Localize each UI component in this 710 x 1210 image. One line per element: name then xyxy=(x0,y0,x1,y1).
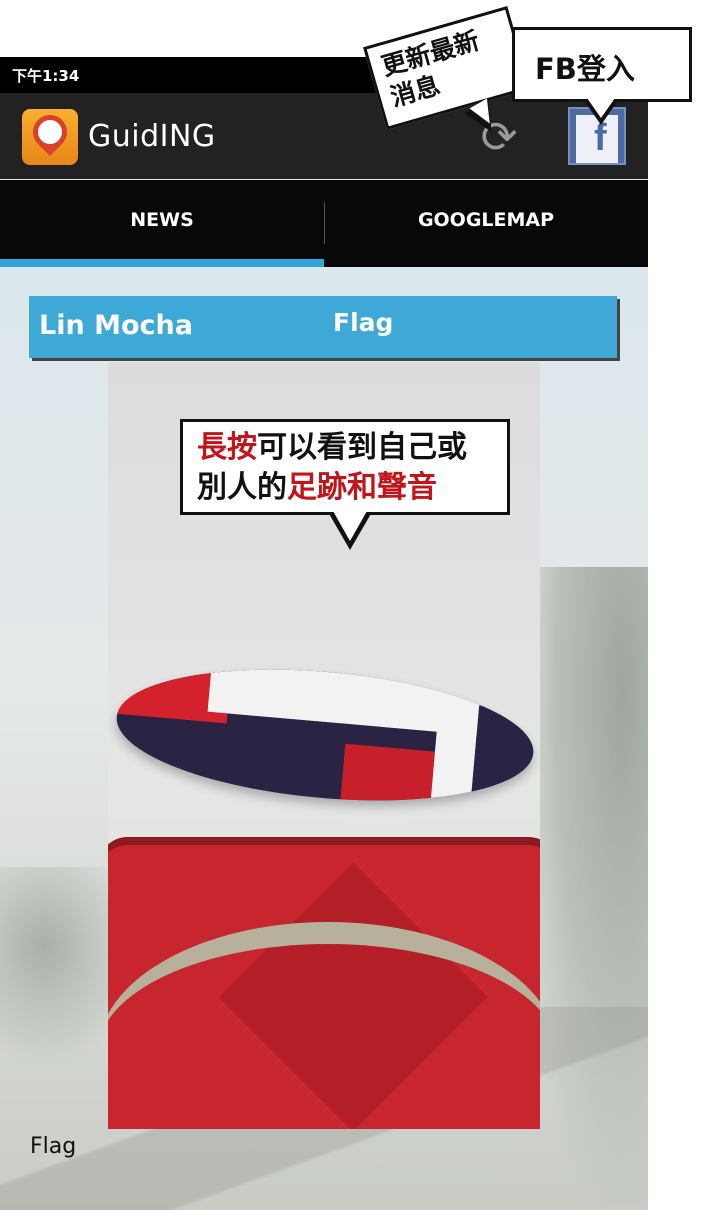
tab-selected-indicator xyxy=(0,259,324,267)
long-press-text-1: 可以看到自己或 xyxy=(257,430,467,465)
tab-googlemap[interactable]: GOOGLEMAP xyxy=(324,180,648,267)
long-press-text-2: 別人的 xyxy=(197,470,287,505)
smiley-face-shape xyxy=(38,120,62,144)
long-press-line1: 長按可以看到自己或 xyxy=(197,428,493,468)
news-card-header[interactable]: Lin Mocha Flag xyxy=(29,296,617,358)
long-press-highlight-1: 長按 xyxy=(197,430,257,465)
app-logo-icon[interactable] xyxy=(22,107,78,165)
long-press-line2: 別人的足跡和聲音 xyxy=(197,468,493,508)
post-author: Lin Mocha xyxy=(39,310,193,341)
long-press-highlight-2: 足跡和聲音 xyxy=(287,470,437,505)
tab-bar: NEWS GOOGLEMAP xyxy=(0,180,648,267)
post-caption: Flag xyxy=(30,1134,77,1159)
app-title: GuidING xyxy=(88,119,216,154)
long-press-callout-tail-fill xyxy=(333,511,367,541)
long-press-callout: 長按可以看到自己或 別人的足跡和聲音 xyxy=(180,419,510,515)
tab-news[interactable]: NEWS xyxy=(0,180,324,267)
status-time: 下午1:34 xyxy=(12,67,80,85)
fb-login-callout-text: FB登入 xyxy=(535,52,635,86)
fb-login-callout: FB登入 xyxy=(512,27,692,102)
fb-callout-tail-fill xyxy=(587,98,615,118)
action-bar: GuidING ⟳ f xyxy=(0,93,648,179)
phone-screen: 下午1:34 GuidING ⟳ f NEWS GOOGLEMAP Lin Mo… xyxy=(0,57,648,1210)
post-title: Flag xyxy=(333,308,394,337)
flag-badge-image xyxy=(111,654,539,816)
